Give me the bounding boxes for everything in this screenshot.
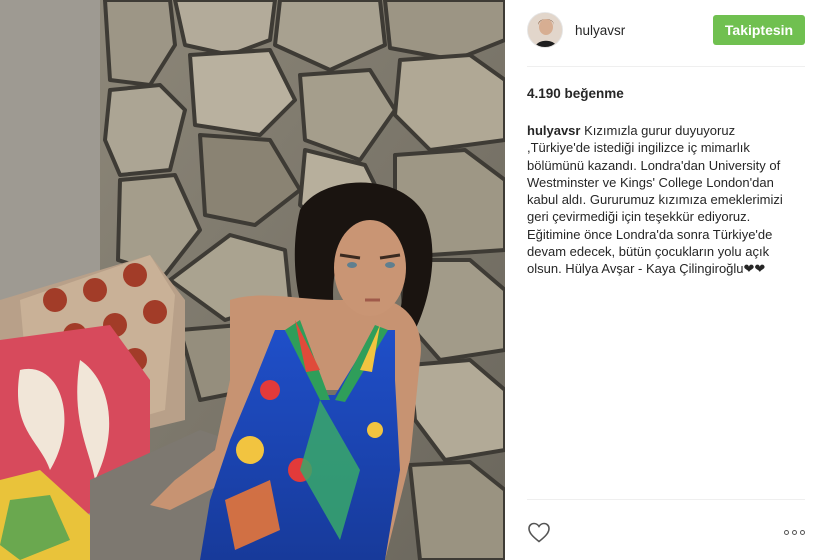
profile-avatar[interactable] <box>527 12 563 48</box>
actions-divider <box>527 499 805 500</box>
likes-count[interactable]: 4.190 beğenme <box>527 86 624 101</box>
more-options-icon[interactable] <box>784 529 805 535</box>
header-divider <box>527 66 805 67</box>
post-header: hulyavsr Takiptesin <box>527 10 805 50</box>
caption-username[interactable]: hulyavsr <box>527 123 580 138</box>
post-photo[interactable] <box>0 0 505 560</box>
post-actions <box>527 518 805 546</box>
post-image <box>0 0 505 560</box>
username-link[interactable]: hulyavsr <box>575 23 713 38</box>
dot-icon <box>800 529 805 535</box>
heart-icon[interactable] <box>527 521 551 543</box>
caption-text: Kızımızla gurur duyuyoruz ,Türkiye'de is… <box>527 123 787 277</box>
follow-button[interactable]: Takiptesin <box>713 15 805 45</box>
post-caption: hulyavsr Kızımızla gurur duyuyoruz ,Türk… <box>527 122 795 278</box>
post-sidebar: hulyavsr Takiptesin 4.190 beğenme hulyav… <box>505 0 825 560</box>
dot-icon <box>792 529 797 535</box>
dot-icon <box>784 529 789 535</box>
